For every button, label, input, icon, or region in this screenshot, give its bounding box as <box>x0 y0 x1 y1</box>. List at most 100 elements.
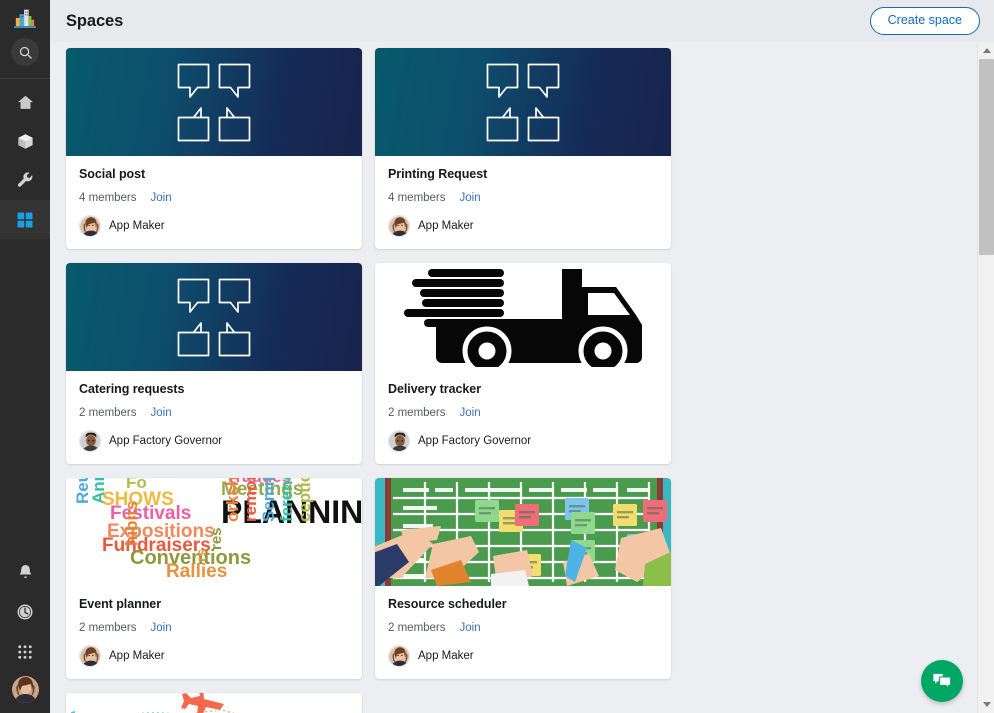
join-link[interactable]: Join <box>460 192 481 204</box>
space-owner-row: App Maker <box>79 215 349 237</box>
space-title: Event planner <box>79 597 162 611</box>
card-banner-planning-board <box>375 478 671 586</box>
member-count: 4 members <box>79 192 137 204</box>
vertical-scrollbar[interactable] <box>977 42 994 713</box>
space-card-body: Delivery tracker 2 members Join App Fact… <box>375 371 671 464</box>
chat-button[interactable] <box>921 660 963 702</box>
owner-avatar-image <box>80 646 100 666</box>
space-card[interactable]: Social post 4 members Join App Maker <box>66 48 362 249</box>
space-card[interactable]: Resource scheduler 2 members Join App Ma… <box>375 478 671 679</box>
join-link[interactable]: Join <box>151 622 172 634</box>
owner-name: App Factory Governor <box>418 435 532 447</box>
scroll-up-arrow[interactable] <box>978 42 994 59</box>
cube-icon <box>17 134 33 149</box>
join-link[interactable]: Join <box>151 192 172 204</box>
home-icon <box>17 95 33 109</box>
wrench-icon <box>17 172 32 187</box>
space-card[interactable]: Printing Request 4 members Join App Make… <box>375 48 671 249</box>
wordcloud-word: hibits <box>122 500 141 546</box>
owner-avatar <box>79 430 101 452</box>
member-count: 2 members <box>388 622 446 634</box>
grid-squares-icon <box>17 212 33 227</box>
owner-avatar-image <box>389 216 409 236</box>
sidebar-bottom-nav <box>0 552 50 713</box>
city-buildings-logo-icon <box>14 9 36 28</box>
space-meta: 4 members Join <box>388 192 658 204</box>
sidebar-divider <box>0 78 50 79</box>
owner-avatar <box>388 430 410 452</box>
owner-avatar-image <box>80 216 100 236</box>
owner-name: App Maker <box>109 220 165 232</box>
space-title: Resource scheduler <box>388 597 507 611</box>
page-title: Spaces <box>66 11 124 30</box>
app-launcher-icon <box>18 645 32 659</box>
space-title: Printing Request <box>388 167 488 181</box>
owner-avatar <box>79 215 101 237</box>
join-link[interactable]: Join <box>151 407 172 419</box>
left-sidebar <box>0 0 50 713</box>
card-banner-gradient <box>66 48 362 156</box>
wordcloud-word: res <box>208 527 225 550</box>
scrollbar-thumb[interactable] <box>979 59 994 255</box>
wordcloud-word: Fo <box>126 478 147 492</box>
space-owner-row: App Maker <box>79 645 349 667</box>
card-banner-delivery-truck <box>375 263 671 371</box>
sidebar-item-spaces[interactable] <box>0 200 50 239</box>
wordcloud-word: Seminars <box>259 478 278 522</box>
create-space-button[interactable]: Create space <box>869 7 980 35</box>
card-banner-gradient <box>375 48 671 156</box>
member-count: 2 members <box>79 622 137 634</box>
sidebar-item-apps[interactable] <box>0 632 50 672</box>
scroll-down-arrow[interactable] <box>978 696 994 713</box>
sidebar-item-recent[interactable] <box>0 592 50 632</box>
space-owner-row: App Factory Governor <box>388 430 658 452</box>
wordcloud-word: rs <box>193 548 209 562</box>
space-meta: 4 members Join <box>79 192 349 204</box>
avatar-image <box>11 676 39 703</box>
owner-name: App Maker <box>418 650 474 662</box>
space-meta: 2 members Join <box>388 407 658 419</box>
sidebar-item-home[interactable] <box>0 83 50 122</box>
join-link[interactable]: Join <box>460 622 481 634</box>
four-speech-bubbles-icon <box>177 63 251 141</box>
owner-avatar <box>388 645 410 667</box>
member-count: 4 members <box>388 192 446 204</box>
space-title: Delivery tracker <box>388 382 482 396</box>
app-logo[interactable] <box>0 2 50 32</box>
wordcloud-word: orkshops <box>223 478 242 522</box>
space-card[interactable]: Catering requests 2 members Join App Fac… <box>66 263 362 464</box>
owner-name: App Maker <box>418 220 474 232</box>
join-link[interactable]: Join <box>460 407 481 419</box>
space-card[interactable]: Delivery tracker 2 members Join App Fact… <box>375 263 671 464</box>
sidebar-item-tools[interactable] <box>0 161 50 200</box>
travel-skyline-icon <box>66 693 362 713</box>
card-banner-gradient <box>66 263 362 371</box>
spaces-scroll-region: Social post 4 members Join App Maker Pri… <box>50 42 977 713</box>
space-card-body: Printing Request 4 members Join App Make… <box>375 156 671 249</box>
delivery-truck-icon <box>404 269 642 367</box>
chat-bubbles-icon <box>933 673 952 690</box>
app-root: Spaces Create space Social post 4 member… <box>0 0 994 713</box>
sidebar-search[interactable] <box>0 32 50 72</box>
space-card[interactable]: Travel request 2 members Join App Maker <box>66 693 362 713</box>
owner-avatar <box>388 215 410 237</box>
user-avatar[interactable] <box>11 676 39 703</box>
sidebar-item-notifications[interactable] <box>0 552 50 592</box>
member-count: 2 members <box>79 407 137 419</box>
space-owner-row: App Maker <box>388 215 658 237</box>
four-speech-bubbles-icon <box>177 278 251 356</box>
sidebar-item-products[interactable] <box>0 122 50 161</box>
main-area: Spaces Create space Social post 4 member… <box>50 0 994 713</box>
owner-avatar-image <box>80 431 100 451</box>
sidebar-nav <box>0 83 50 239</box>
space-card-body: Social post 4 members Join App Maker <box>66 156 362 249</box>
space-meta: 2 members Join <box>388 622 658 634</box>
wordcloud-word: ceptions <box>295 478 314 522</box>
spaces-grid: Social post 4 members Join App Maker Pri… <box>50 42 977 713</box>
space-owner-row: App Maker <box>388 645 658 667</box>
space-card[interactable]: ReunionsAnniversariesSHOWSFoFestivalsRet… <box>66 478 362 679</box>
space-owner-row: App Factory Governor <box>79 430 349 452</box>
wordcloud-word: remonies <box>241 478 260 522</box>
owner-avatar <box>79 645 101 667</box>
wordcloud-word: Rallies <box>166 561 228 582</box>
